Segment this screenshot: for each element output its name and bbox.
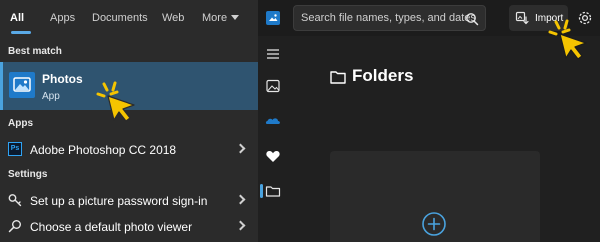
list-item-label: Choose a default photo viewer [30,220,193,234]
list-item-photoshop[interactable]: Ps Adobe Photoshop CC 2018 [0,137,258,163]
folders-icon[interactable] [264,182,282,200]
search-placeholder: Search file names, types, and dates [301,12,476,24]
chevron-right-icon[interactable] [235,220,246,231]
tab-documents[interactable]: Documents [92,12,148,24]
active-tab-indicator [11,31,31,34]
onedrive-icon[interactable] [264,111,282,129]
search-input[interactable]: Search file names, types, and dates [293,5,486,31]
tab-web[interactable]: Web [162,12,184,24]
best-match-subtitle: App [42,91,60,102]
best-match-title: Photos [42,72,83,86]
photos-app-icon [9,72,35,98]
nav-active-indicator [260,184,263,198]
page-title: Folders [352,66,414,85]
pointer-cursor-icon [96,81,135,122]
key-icon [8,193,22,207]
search-icon[interactable] [465,12,479,26]
tab-more[interactable]: More [202,12,240,24]
list-item-picture-password[interactable]: Set up a picture password sign-in [0,188,258,214]
menu-icon[interactable] [264,45,282,63]
add-folder-plus-icon[interactable] [421,211,447,237]
list-item-label: Set up a picture password sign-in [30,194,208,208]
add-folder-card[interactable] [330,151,540,242]
chevron-down-icon [231,15,240,20]
search-icon [8,219,22,233]
photos-logo-icon [266,11,280,25]
chevron-right-icon[interactable] [235,194,246,205]
chevron-right-icon[interactable] [235,143,246,154]
tab-apps[interactable]: Apps [50,12,75,24]
favorites-icon[interactable] [264,147,282,165]
list-item-label: Adobe Photoshop CC 2018 [30,143,177,157]
folder-icon [330,70,346,84]
apps-heading: Apps [8,118,33,129]
import-icon [515,11,529,25]
tab-all[interactable]: All [10,12,24,24]
search-tabs: All Apps Documents Web More [0,0,258,36]
photos-app-window: Search file names, types, and dates Impo… [258,0,600,242]
photoshop-icon: Ps [8,142,22,156]
list-item-default-photo-viewer[interactable]: Choose a default photo viewer [0,214,258,240]
gallery-icon[interactable] [264,77,282,95]
pointer-cursor-icon [548,19,587,60]
tab-more-label: More [202,12,228,24]
settings-heading: Settings [8,169,48,180]
app-nav-rail [258,36,288,242]
start-search-panel: All Apps Documents Web More Best match P… [0,0,258,242]
best-match-heading: Best match [8,46,62,57]
